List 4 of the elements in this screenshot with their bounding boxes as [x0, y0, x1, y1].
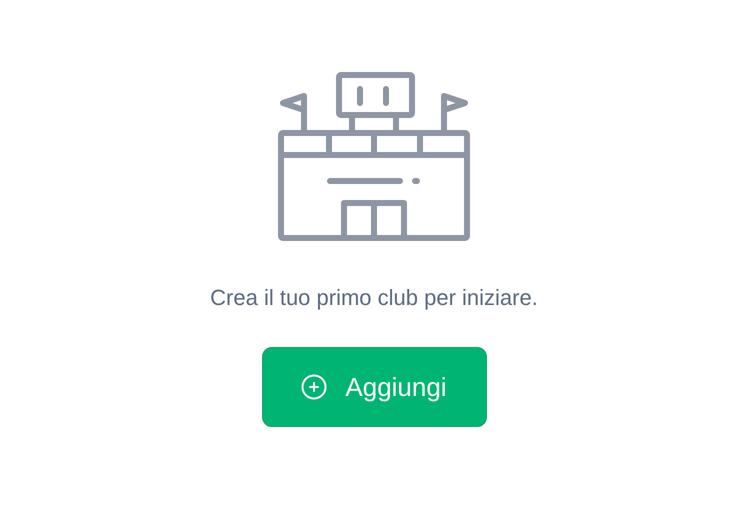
stadium-icon	[278, 72, 470, 241]
plus-circle-icon	[301, 374, 328, 400]
empty-message: Crea il tuo primo club per iniziare.	[210, 287, 538, 309]
add-button[interactable]: Aggiungi	[262, 347, 486, 427]
